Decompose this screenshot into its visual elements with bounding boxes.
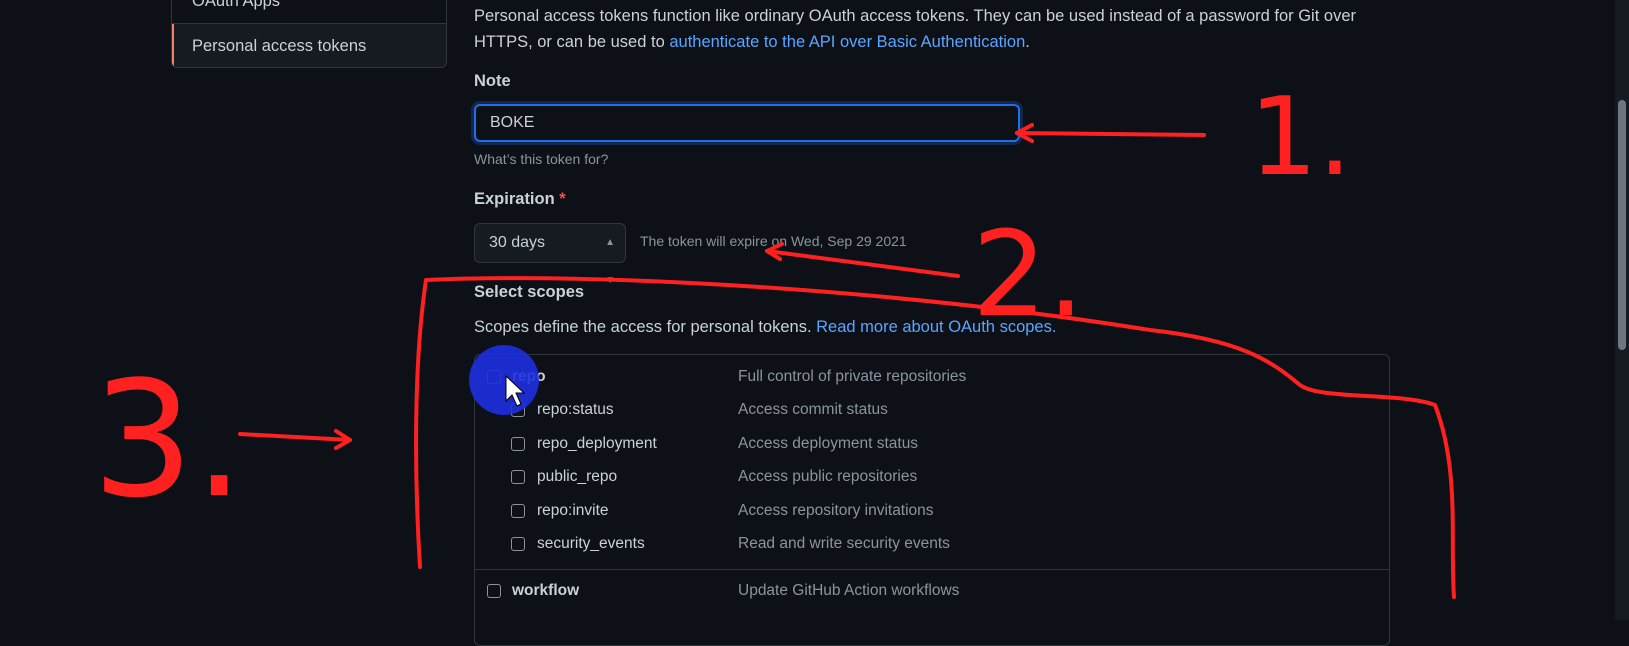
scope-desc: Access deployment status	[738, 435, 919, 452]
arrow-step2	[765, 249, 960, 278]
note-input[interactable]: BOKE	[474, 104, 1020, 142]
settings-sidebar: OAuth Apps Personal access tokens	[171, 0, 447, 68]
scope-name: repo:status	[537, 401, 614, 418]
arrow-step3-head	[334, 429, 352, 450]
annotation-step1: 1.	[1249, 75, 1352, 200]
scope-desc: Update GitHub Action workflows	[738, 582, 960, 599]
arrow-step3	[238, 432, 352, 442]
select-scopes-label: Select scopes	[474, 283, 585, 301]
note-hint: What’s this token for?	[474, 151, 609, 167]
scope-row-repo: repo Full control of private repositorie…	[475, 365, 1389, 395]
scope-row-repo-status: repo:status Access commit status	[475, 398, 1389, 428]
intro-suffix: .	[1025, 33, 1030, 51]
scope-row-repo-invite: repo:invite Access repository invitation…	[475, 499, 1389, 529]
scopes-description: Scopes define the access for personal to…	[474, 318, 1056, 337]
expiration-label: Expiration *	[474, 190, 566, 209]
select-arrows-icon: ▲ ▼	[605, 237, 615, 286]
sidebar-item-personal-access-tokens[interactable]: Personal access tokens	[172, 24, 446, 67]
oauth-scopes-link[interactable]: Read more about OAuth scopes.	[816, 318, 1056, 336]
repo-status-checkbox[interactable]	[511, 403, 525, 417]
scopes-desc-text: Scopes define the access for personal to…	[474, 318, 817, 336]
repo-deployment-checkbox[interactable]	[511, 437, 525, 451]
sidebar-item-oauth-apps[interactable]: OAuth Apps	[172, 0, 446, 24]
repo-checkbox[interactable]	[487, 370, 501, 384]
scope-name: workflow	[512, 582, 580, 599]
scope-row-workflow: workflow Update GitHub Action workflows	[475, 579, 1389, 609]
intro-text: Personal access tokens function like ord…	[474, 3, 1394, 55]
scope-name: repo_deployment	[537, 435, 657, 452]
note-input-value: BOKE	[490, 114, 535, 131]
scope-divider	[475, 569, 1389, 570]
expiration-select[interactable]: 30 days ▲ ▼	[474, 223, 626, 286]
scope-name: public_repo	[537, 468, 618, 485]
scope-row-repo-deployment: repo_deployment Access deployment status	[475, 432, 1389, 462]
expiration-selected-value: 30 days	[489, 234, 546, 251]
required-mark: *	[559, 190, 566, 208]
scope-desc: Access repository invitations	[738, 502, 934, 519]
scope-row-security-events: security_events Read and write security …	[475, 532, 1389, 562]
arrow-step1	[1015, 131, 1206, 137]
scrollbar-thumb[interactable]	[1618, 100, 1626, 350]
expiration-hint: The token will expire on Wed, Sep 29 202…	[640, 233, 907, 249]
workflow-checkbox[interactable]	[487, 584, 501, 598]
note-label: Note	[474, 72, 511, 90]
basic-auth-link[interactable]: authenticate to the API over Basic Authe…	[669, 33, 1025, 51]
scope-desc: Read and write security events	[738, 535, 950, 552]
scope-row-public-repo: public_repo Access public repositories	[475, 465, 1389, 495]
public-repo-checkbox[interactable]	[511, 470, 525, 484]
scope-desc: Full control of private repositories	[738, 368, 967, 385]
scopes-list: repo Full control of private repositorie…	[474, 354, 1390, 646]
scope-desc: Access public repositories	[738, 468, 918, 485]
scope-name: repo	[512, 368, 546, 385]
security-events-checkbox[interactable]	[511, 537, 525, 551]
scope-name: repo:invite	[537, 502, 609, 519]
expiration-label-text: Expiration	[474, 190, 555, 208]
annotation-step3: 3.	[92, 346, 245, 533]
page-scrollbar[interactable]	[1615, 0, 1629, 620]
repo-invite-checkbox[interactable]	[511, 504, 525, 518]
scope-desc: Access commit status	[738, 401, 888, 418]
scope-name: security_events	[537, 535, 645, 552]
